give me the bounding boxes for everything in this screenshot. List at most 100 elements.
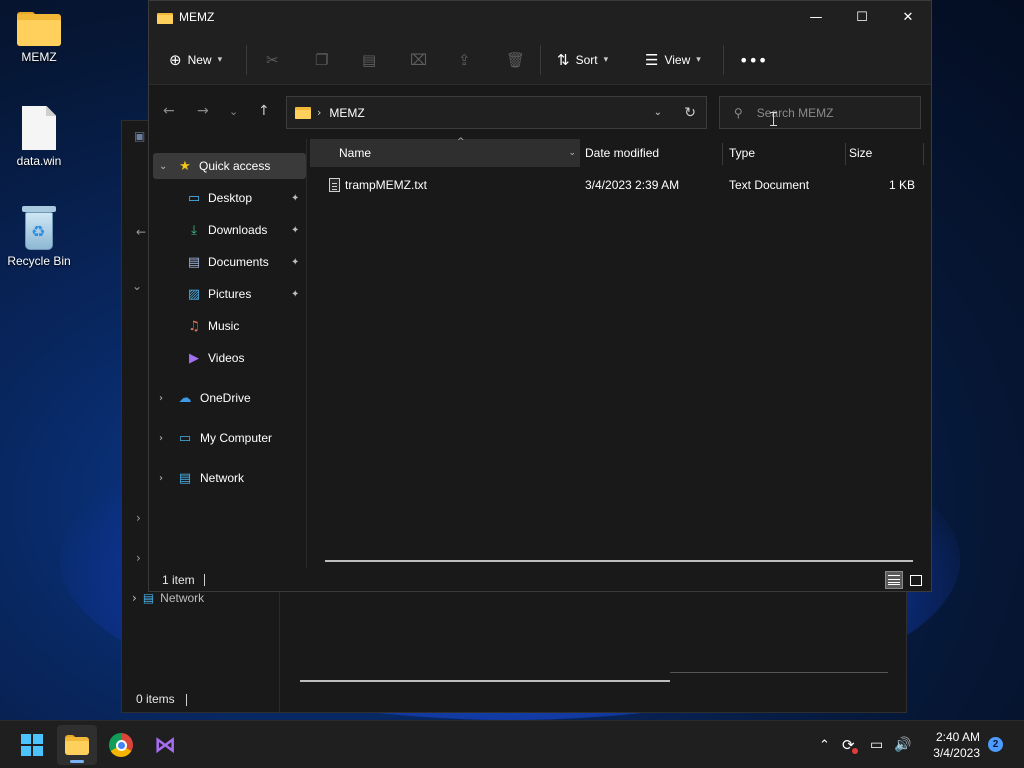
column-header-type[interactable]: Type [729, 139, 846, 167]
error-badge [852, 748, 858, 754]
nav-item-documents[interactable]: ▤ Documents ✦ [149, 249, 306, 275]
taskbar-clock[interactable]: 2:40 AM 3/4/2023 [924, 729, 980, 761]
chevron-right-icon[interactable]: › [159, 433, 163, 444]
cut-button[interactable]: ✂ [266, 47, 279, 73]
pin-icon[interactable]: ✦ [291, 225, 299, 236]
delete-button[interactable]: 🗑 [506, 47, 525, 73]
nav-label: Network [200, 471, 245, 485]
cut-icon: ✂ [266, 51, 279, 69]
chevron-right-icon[interactable]: › [159, 393, 163, 404]
tiles-view-button[interactable] [907, 571, 925, 589]
bg-nav-item-network[interactable]: › ▤ Network [132, 591, 204, 605]
maximize-button[interactable]: ☐ [839, 1, 885, 33]
nav-item-downloads[interactable]: ⤓ Downloads ✦ [149, 217, 306, 243]
clock-date: 3/4/2023 [933, 746, 980, 760]
horizontal-scrollbar[interactable] [325, 560, 913, 562]
desktop-icon-memz[interactable]: MEMZ [1, 12, 77, 64]
nav-item-onedrive[interactable]: › ☁ OneDrive [149, 385, 306, 411]
column-header-name[interactable]: ^ Name ⌄ [310, 137, 580, 167]
chevron-down-icon[interactable]: ⌄ [568, 148, 576, 158]
minimize-button[interactable]: — [793, 1, 839, 33]
bg-item-count: 0 items [136, 692, 175, 706]
file-name: trampMEMZ.txt [345, 178, 428, 192]
text-cursor [770, 112, 777, 126]
taskbar-file-explorer[interactable] [57, 725, 97, 765]
rename-icon: ⌧ [410, 51, 428, 69]
taskbar-visual-studio[interactable]: ⋈ [145, 725, 185, 765]
recent-locations-button[interactable]: ⌄ [229, 105, 238, 118]
nav-label: Music [208, 319, 240, 333]
view-button[interactable]: ☰ View ▾ [645, 47, 701, 73]
video-icon: ▶ [189, 350, 199, 366]
nav-item-my-computer[interactable]: › ▭ My Computer [149, 425, 306, 451]
window-title: MEMZ [179, 10, 215, 24]
show-hidden-icons-button[interactable]: ⌃ [819, 721, 830, 768]
chevron-right-icon[interactable]: › [136, 551, 141, 565]
refresh-icon[interactable]: ↻ [684, 105, 696, 121]
chevron-right-icon: › [317, 106, 322, 119]
address-bar[interactable]: › MEMZ ⌄ ↻ [286, 96, 707, 129]
forward-button[interactable]: → [197, 103, 209, 119]
desktop-icon-label: MEMZ [21, 50, 57, 64]
sort-button[interactable]: ⇅ Sort ▾ [557, 47, 608, 73]
desktop-icon-recycle-bin[interactable]: ♻ Recycle Bin [1, 206, 77, 268]
pin-icon[interactable]: ✦ [291, 257, 299, 268]
nav-item-quick-access[interactable]: ⌄ ★ Quick access [153, 153, 306, 179]
chevron-down-icon[interactable]: ⌄ [132, 279, 142, 293]
nav-label: Pictures [208, 287, 252, 301]
bg-horizontal-scrollbar[interactable] [300, 680, 670, 682]
folder-icon [65, 735, 89, 755]
details-view-button[interactable] [885, 571, 903, 589]
chevron-right-icon[interactable]: › [159, 473, 163, 484]
back-arrow-icon[interactable]: ← [136, 225, 146, 239]
chevron-down-icon[interactable]: ⌄ [159, 161, 167, 172]
copy-button[interactable]: ❐ [315, 47, 328, 73]
nav-item-desktop[interactable]: ▭ Desktop ✦ [149, 185, 306, 211]
explorer-window[interactable]: MEMZ — ☐ ✕ ⊕ New ▾ ✂ ❐ ▤ ⌧ ⇪ 🗑 ⇅ Sort ▾ … [148, 0, 932, 592]
running-indicator [70, 760, 84, 763]
text-file-icon [329, 178, 340, 192]
sort-ascending-icon: ^ [457, 137, 465, 147]
search-input[interactable] [756, 105, 907, 120]
nav-item-network[interactable]: › ▤ Network [149, 465, 306, 491]
chevron-up-icon: ⌃ [819, 737, 830, 753]
chevron-right-icon[interactable]: › [136, 511, 141, 525]
bg-status-text: 0 items [136, 692, 188, 706]
column-header-date[interactable]: Date modified [585, 139, 723, 167]
volume-tray-icon[interactable]: 🔊 [894, 721, 911, 768]
taskbar-chrome[interactable] [101, 725, 141, 765]
clock-time: 2:40 AM [935, 730, 980, 744]
start-button[interactable] [12, 725, 52, 765]
network-tray-icon[interactable]: ▭ [870, 721, 883, 768]
back-button[interactable]: ← [163, 103, 175, 119]
new-button[interactable]: ⊕ New ▾ [169, 47, 222, 73]
chevron-down-icon[interactable]: ⌄ [654, 107, 662, 118]
nav-item-pictures[interactable]: ▨ Pictures ✦ [149, 281, 306, 307]
share-button[interactable]: ⇪ [458, 47, 471, 73]
paste-button[interactable]: ▤ [362, 47, 376, 73]
view-list-icon: ☰ [645, 51, 659, 69]
notification-badge[interactable]: 2 [988, 737, 1003, 752]
plus-icon: ⊕ [169, 51, 182, 69]
chevron-down-icon: ▾ [603, 55, 609, 65]
nav-item-music[interactable]: ♫ Music [149, 313, 306, 339]
document-icon: ▤ [187, 254, 201, 270]
column-header-size[interactable]: Size [849, 139, 924, 167]
table-row[interactable]: trampMEMZ.txt 3/4/2023 2:39 AM Text Docu… [318, 175, 928, 195]
pin-icon[interactable]: ✦ [291, 193, 299, 204]
status-bar: 1 item [149, 568, 931, 592]
pin-icon[interactable]: ✦ [291, 289, 299, 300]
speaker-icon: 🔊 [894, 737, 912, 753]
nav-label: Quick access [199, 159, 271, 173]
nav-item-videos[interactable]: ▶ Videos [149, 345, 306, 371]
see-more-button[interactable]: ••• [739, 47, 767, 73]
breadcrumb-memz[interactable]: MEMZ [329, 106, 364, 120]
close-button[interactable]: ✕ [885, 1, 931, 33]
desktop-icon-label: Recycle Bin [7, 254, 71, 268]
rename-button[interactable]: ⌧ [410, 47, 427, 73]
desktop-icon-data-win[interactable]: data.win [1, 106, 77, 168]
search-box[interactable]: ⚲ [719, 96, 921, 129]
sync-status-icon[interactable]: ⟳ [842, 721, 858, 768]
up-button[interactable]: ↑ [258, 103, 270, 119]
title-bar[interactable]: MEMZ — ☐ ✕ [149, 1, 931, 33]
